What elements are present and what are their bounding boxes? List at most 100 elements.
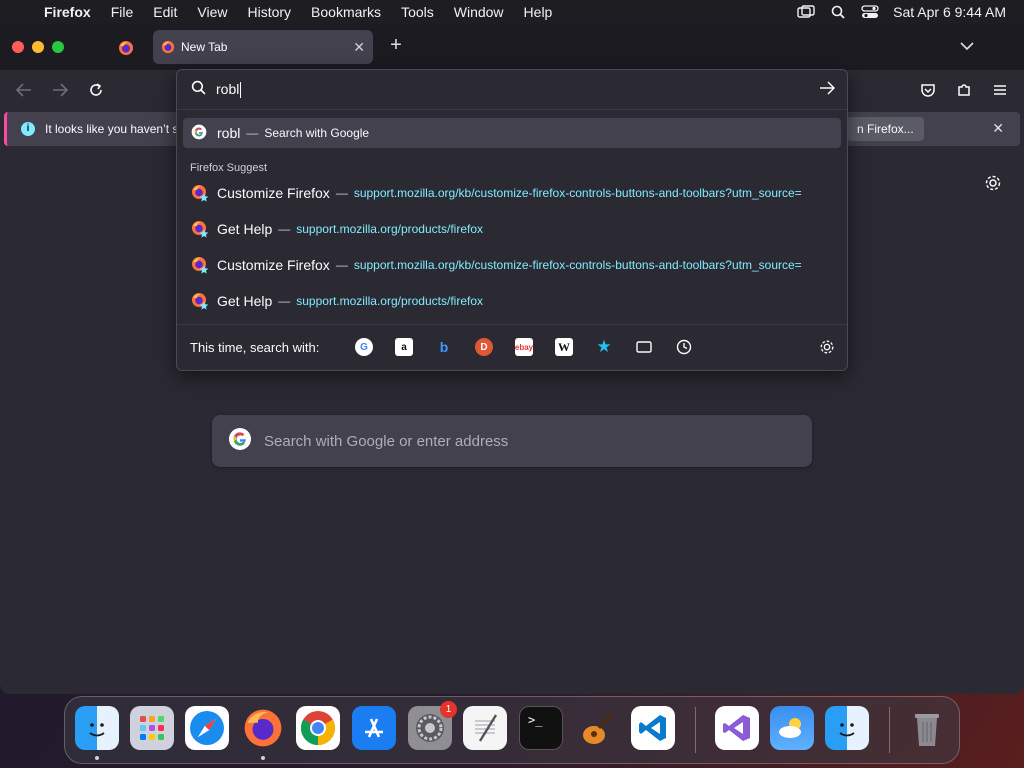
safari-icon[interactable] xyxy=(185,706,229,750)
reload-button[interactable] xyxy=(86,80,106,100)
pinned-tab-firefox[interactable] xyxy=(112,36,140,60)
bookmarks-icon[interactable]: ★ xyxy=(595,337,613,356)
tabs-icon[interactable] xyxy=(635,338,653,356)
back-button[interactable] xyxy=(14,80,34,100)
weather-icon[interactable] xyxy=(770,706,814,750)
chrome-icon[interactable] xyxy=(296,706,340,750)
dock-separator xyxy=(695,707,696,753)
notification-badge: 1 xyxy=(440,701,457,718)
menu-window[interactable]: Window xyxy=(444,4,514,20)
wikipedia-icon[interactable]: W xyxy=(555,338,573,356)
search-icon xyxy=(191,80,206,100)
suggestion-row[interactable]: Get Help — support.mozilla.org/products/… xyxy=(183,214,841,244)
firefox-icon[interactable] xyxy=(241,706,285,750)
chevron-down-icon xyxy=(960,42,974,51)
tab-title: New Tab xyxy=(181,40,228,54)
close-window-button[interactable] xyxy=(12,41,24,53)
menu-tools[interactable]: Tools xyxy=(391,4,444,20)
suggestion-url: support.mozilla.org/kb/customize-firefox… xyxy=(353,186,802,200)
trash-icon[interactable] xyxy=(905,706,949,750)
control-center-icon[interactable] xyxy=(861,5,879,19)
newtab-search-placeholder: Search with Google or enter address xyxy=(264,432,509,450)
arrow-right-icon xyxy=(53,83,68,97)
info-icon: i xyxy=(21,122,35,136)
firefox-bookmark-icon xyxy=(191,256,209,274)
urlbar-input[interactable]: robl xyxy=(216,81,242,99)
firefox-suggest-header: Firefox Suggest xyxy=(190,162,268,174)
launchpad-icon[interactable] xyxy=(130,706,174,750)
suggestion-row[interactable]: Customize Firefox — support.mozilla.org/… xyxy=(183,178,841,208)
tab-new-tab[interactable]: New Tab ✕ xyxy=(153,30,373,64)
suggestion-separator: — xyxy=(278,222,291,236)
menu-bookmarks[interactable]: Bookmarks xyxy=(301,4,391,20)
menu-edit[interactable]: Edit xyxy=(143,4,187,20)
forward-button[interactable] xyxy=(50,80,70,100)
new-tab-button[interactable]: + xyxy=(386,35,406,55)
menu-firefox[interactable]: Firefox xyxy=(40,4,101,20)
suggestion-row[interactable]: Get Help — support.mozilla.org/products/… xyxy=(183,286,841,316)
finder-alt-icon[interactable] xyxy=(825,706,869,750)
clock[interactable]: Sat Apr 6 9:44 AM xyxy=(893,4,1006,20)
browser-window: New Tab ✕ + i It looks like you haven’t … xyxy=(0,24,1024,694)
menu-bar: Firefox File Edit View History Bookmarks… xyxy=(0,0,1024,24)
newtab-settings-button[interactable] xyxy=(984,174,1002,197)
app-menu-button[interactable] xyxy=(990,80,1010,100)
suggestion-row[interactable]: Customize Firefox — support.mozilla.org/… xyxy=(183,250,841,280)
duckduckgo-icon[interactable]: D xyxy=(475,338,493,356)
list-all-tabs-button[interactable] xyxy=(960,38,974,56)
screen-mirroring-icon[interactable] xyxy=(797,5,815,19)
textedit-icon[interactable] xyxy=(463,706,507,750)
pocket-button[interactable] xyxy=(918,80,938,100)
puzzle-icon xyxy=(958,84,970,96)
extensions-button[interactable] xyxy=(954,80,974,100)
search-settings-button[interactable] xyxy=(819,339,835,360)
zoom-window-button[interactable] xyxy=(52,41,64,53)
set-default-button[interactable]: n Firefox... xyxy=(847,117,924,141)
terminal-icon[interactable]: >_ xyxy=(519,706,563,750)
firefox-icon xyxy=(161,40,175,54)
reload-icon xyxy=(90,83,102,96)
menu-file[interactable]: File xyxy=(101,4,144,20)
menu-help[interactable]: Help xyxy=(514,4,563,20)
garageband-icon[interactable] xyxy=(575,706,619,750)
result-action: Search with Google xyxy=(264,126,370,140)
notification-text: It looks like you haven’t st xyxy=(45,122,182,136)
suggestion-title: Get Help xyxy=(217,293,273,309)
suggestion-separator: — xyxy=(335,186,348,200)
visual-studio-icon[interactable] xyxy=(715,706,759,750)
google-icon xyxy=(228,427,252,456)
firefox-bookmark-icon xyxy=(191,184,209,202)
suggestion-url: support.mozilla.org/products/firefox xyxy=(296,294,483,308)
minimize-window-button[interactable] xyxy=(32,41,44,53)
suggestion-url: support.mozilla.org/products/firefox xyxy=(296,222,483,236)
bing-icon[interactable]: b xyxy=(435,338,453,356)
close-tab-icon[interactable]: ✕ xyxy=(353,39,365,56)
urlbar-dropdown: robl robl — Search with Google Firefox S… xyxy=(176,69,848,371)
one-off-label: This time, search with: xyxy=(190,340,320,355)
urlbar-input-row[interactable]: robl xyxy=(177,70,847,110)
finder-icon[interactable] xyxy=(75,706,119,750)
close-notification-icon[interactable]: ✕ xyxy=(992,120,1004,137)
menu-view[interactable]: View xyxy=(187,4,237,20)
result-google-search[interactable]: robl — Search with Google xyxy=(183,118,841,148)
amazon-icon[interactable]: a xyxy=(395,338,413,356)
history-icon[interactable] xyxy=(675,338,693,356)
vscode-icon[interactable] xyxy=(631,706,675,750)
google-icon[interactable]: G xyxy=(355,338,373,356)
firefox-icon xyxy=(119,41,133,55)
one-off-search-bar: This time, search with: G a b D ebay W ★ xyxy=(177,324,847,370)
go-arrow-icon[interactable] xyxy=(819,81,836,100)
system-settings-icon[interactable]: 1 xyxy=(408,701,457,750)
one-off-engines: G a b D ebay W ★ xyxy=(355,337,693,356)
firefox-bookmark-icon xyxy=(191,220,209,238)
newtab-search-box[interactable]: Search with Google or enter address xyxy=(212,415,812,467)
pocket-icon xyxy=(921,84,935,97)
suggestion-title: Get Help xyxy=(217,221,273,237)
suggestion-title: Customize Firefox xyxy=(217,185,330,201)
suggestion-separator: — xyxy=(335,258,348,272)
google-icon xyxy=(191,124,207,143)
ebay-icon[interactable]: ebay xyxy=(515,338,533,356)
menu-history[interactable]: History xyxy=(237,4,301,20)
spotlight-icon[interactable] xyxy=(829,5,847,19)
app-store-icon[interactable] xyxy=(352,706,396,750)
